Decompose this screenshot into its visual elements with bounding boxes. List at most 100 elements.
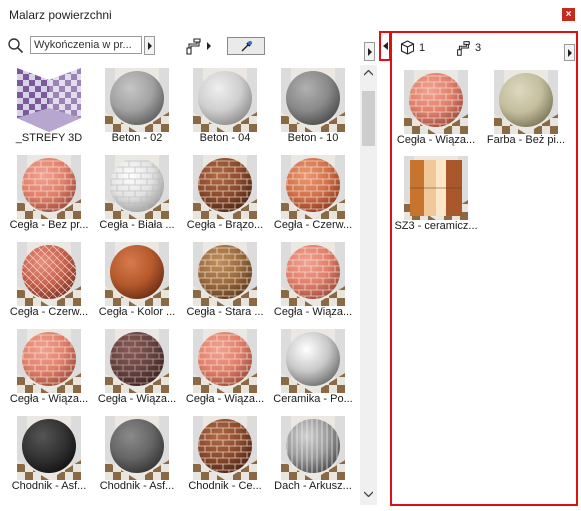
material-tile[interactable]: Chodnik - Asf... bbox=[5, 413, 93, 501]
surfaces-count: 1 bbox=[419, 42, 426, 54]
material-preview bbox=[281, 155, 345, 219]
library-scrollbar[interactable] bbox=[360, 65, 377, 505]
material-label: Beton - 10 bbox=[287, 132, 339, 144]
material-library-grid: _STREFY 3D Beton - 02 Beton - 04 Beton - 10… bbox=[5, 65, 360, 505]
material-tile[interactable]: Cegła - Wiąza... bbox=[269, 239, 357, 327]
search-icon[interactable] bbox=[7, 37, 24, 54]
surface-painter-window: Malarz powierzchni × _STREFY 3D Beton - 0… bbox=[0, 0, 581, 511]
material-thumbnail bbox=[193, 416, 257, 480]
material-tile[interactable]: Cegła - Kolor ... bbox=[93, 239, 181, 327]
material-tile[interactable]: Cegła - Wiąza... bbox=[181, 326, 269, 414]
material-preview bbox=[105, 68, 169, 132]
material-thumbnail bbox=[281, 242, 345, 306]
material-thumbnail bbox=[193, 242, 257, 306]
material-tile[interactable]: Farba - Beż pi... bbox=[482, 67, 570, 155]
material-tile[interactable]: SZ3 - ceramicz... bbox=[392, 153, 480, 241]
material-tile[interactable]: Chodnik - Asf... bbox=[93, 413, 181, 501]
material-label: Cegła - Biała ... bbox=[99, 219, 175, 231]
material-label: Cegła - Wiąza... bbox=[273, 306, 353, 318]
material-label: Cegła - Bez pr... bbox=[9, 219, 89, 231]
material-thumbnail bbox=[17, 68, 81, 132]
paint-roller-icon bbox=[457, 41, 470, 56]
material-thumbnail bbox=[404, 156, 468, 220]
material-tile[interactable]: Beton - 02 bbox=[93, 65, 181, 153]
material-tile[interactable]: Dach - Arkusz... bbox=[269, 413, 357, 501]
eyedropper-button[interactable] bbox=[227, 37, 265, 55]
material-label: Chodnik - Asf... bbox=[11, 480, 87, 492]
material-tile[interactable]: Cegła - Stara ... bbox=[181, 239, 269, 327]
material-preview bbox=[404, 70, 468, 134]
material-label: Cegła - Wiąza... bbox=[396, 134, 476, 146]
material-tile[interactable]: Cegła - Bez pr... bbox=[5, 152, 93, 240]
material-tile[interactable]: Cegła - Wiąza... bbox=[392, 67, 480, 155]
material-label: Cegła - Stara ... bbox=[186, 306, 264, 318]
material-thumbnail bbox=[105, 242, 169, 306]
used-panel-header: 1 3 bbox=[392, 33, 576, 63]
material-tile[interactable]: Cegła - Brązo... bbox=[181, 152, 269, 240]
search-input[interactable] bbox=[30, 36, 142, 54]
material-label: Dach - Arkusz... bbox=[274, 480, 352, 492]
material-preview bbox=[494, 70, 558, 134]
material-preview bbox=[404, 156, 468, 220]
material-thumbnail bbox=[281, 68, 345, 132]
material-preview bbox=[193, 329, 257, 393]
used-materials-grid: Cegła - Wiąza... Farba - Beż pi... SZ3 - c… bbox=[392, 67, 576, 497]
library-expand-button[interactable] bbox=[364, 42, 375, 61]
material-label: Beton - 04 bbox=[199, 132, 251, 144]
material-label: _STREFY 3D bbox=[15, 132, 83, 144]
material-preview bbox=[17, 329, 81, 393]
used-panel-expand-button[interactable] bbox=[564, 44, 575, 61]
material-tile[interactable]: Chodnik - Ce... bbox=[181, 413, 269, 501]
chevron-right-icon bbox=[148, 42, 152, 50]
material-tile[interactable]: Beton - 10 bbox=[269, 65, 357, 153]
material-label: Cegła - Wiąza... bbox=[9, 393, 89, 405]
material-thumbnail bbox=[17, 242, 81, 306]
window-title: Malarz powierzchni bbox=[9, 8, 112, 22]
material-tile[interactable]: Cegła - Biała ... bbox=[93, 152, 181, 240]
material-label: Cegła - Czerw... bbox=[9, 306, 89, 318]
material-thumbnail bbox=[281, 155, 345, 219]
material-thumbnail bbox=[281, 416, 345, 480]
close-button[interactable]: × bbox=[562, 8, 575, 21]
material-preview bbox=[193, 68, 257, 132]
material-preview bbox=[17, 68, 81, 132]
materials-count: 3 bbox=[475, 42, 482, 54]
material-thumbnail bbox=[404, 70, 468, 134]
chevron-right-icon bbox=[368, 48, 372, 56]
search-options-button[interactable] bbox=[144, 36, 155, 55]
material-thumbnail bbox=[193, 155, 257, 219]
material-label: Cegła - Brązo... bbox=[186, 219, 264, 231]
material-thumbnail bbox=[105, 416, 169, 480]
chevron-up-icon[interactable] bbox=[364, 70, 373, 76]
material-label: Beton - 02 bbox=[111, 132, 163, 144]
material-tile[interactable]: Cegła - Wiąza... bbox=[5, 326, 93, 414]
chevron-right-icon[interactable] bbox=[206, 42, 212, 50]
material-label: Cegła - Wiąza... bbox=[185, 393, 265, 405]
material-preview bbox=[105, 242, 169, 306]
material-label: SZ3 - ceramicz... bbox=[394, 220, 478, 232]
material-tile[interactable]: Beton - 04 bbox=[181, 65, 269, 153]
eyedropper-icon bbox=[241, 41, 252, 52]
material-thumbnail bbox=[281, 329, 345, 393]
material-label: Cegła - Czerw... bbox=[273, 219, 353, 231]
material-thumbnail bbox=[193, 68, 257, 132]
material-thumbnail bbox=[105, 329, 169, 393]
material-tile[interactable]: Cegła - Wiąza... bbox=[93, 326, 181, 414]
material-preview bbox=[105, 155, 169, 219]
material-tile[interactable]: Cegła - Czerw... bbox=[269, 152, 357, 240]
chevron-down-icon[interactable] bbox=[364, 491, 373, 497]
material-tile[interactable]: Ceramika - Po... bbox=[269, 326, 357, 414]
material-thumbnail bbox=[17, 329, 81, 393]
cube-icon bbox=[400, 40, 415, 55]
chevron-left-icon bbox=[383, 42, 388, 50]
material-preview bbox=[281, 329, 345, 393]
material-preview bbox=[17, 155, 81, 219]
paint-roller-icon[interactable] bbox=[183, 36, 203, 56]
scrollbar-thumb[interactable] bbox=[362, 91, 375, 146]
material-tile[interactable]: _STREFY 3D bbox=[5, 65, 93, 153]
material-label: Cegła - Kolor ... bbox=[98, 306, 176, 318]
material-tile[interactable]: Cegła - Czerw... bbox=[5, 239, 93, 327]
material-thumbnail bbox=[494, 70, 558, 134]
material-label: Farba - Beż pi... bbox=[486, 134, 566, 146]
material-preview bbox=[193, 155, 257, 219]
